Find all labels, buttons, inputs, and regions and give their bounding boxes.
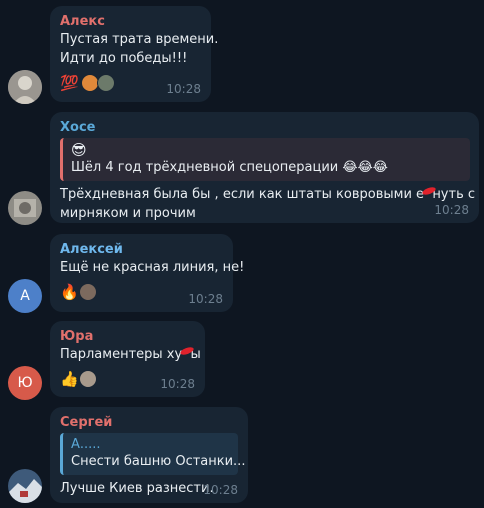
message-time: 10:28 [166, 82, 201, 96]
quote-author: А..... [71, 437, 101, 452]
avatar-photo-icon [8, 469, 42, 503]
reactor-avatar-icon [96, 74, 115, 92]
message-bubble-hose[interactable]: Хосе 😎 Шёл 4 год трёхдневной спецопераци… [50, 112, 479, 223]
message-text-part: Парламентеры ху [60, 347, 183, 362]
message-text-line: Ещё не красная линия, не! [60, 260, 245, 275]
message-bubble-alex[interactable]: Алекс Пустая трата времени. Идти до побе… [50, 6, 219, 102]
reactor-avatar-icon[interactable] [78, 283, 97, 301]
message-time: 10:28 [434, 203, 469, 217]
avatar-hose[interactable] [8, 191, 42, 225]
avatar-sergey[interactable] [8, 469, 42, 503]
message-text-line: Идти до победы!!! [60, 51, 188, 66]
avatar-yura[interactable]: Ю [8, 366, 42, 400]
avatar-photo-icon [8, 70, 42, 104]
sender-name[interactable]: Сергей [60, 414, 238, 431]
censor-mark [182, 345, 190, 364]
message-time: 10:28 [188, 292, 223, 306]
reply-quote[interactable]: А..... Снести башню Останки... [60, 433, 246, 475]
reply-quote[interactable]: 😎 Шёл 4 год трёхдневной спецоперации 😂😂😂 [60, 138, 470, 181]
sender-name[interactable]: Алексей [60, 241, 223, 258]
reactor-avatar-icon [80, 74, 99, 92]
avatar-letter: Ю [17, 375, 33, 391]
avatar-letter: А [20, 288, 30, 304]
message-bubble-sergey[interactable]: Сергей А..... Снести башню Останки... Лу… [50, 407, 248, 503]
message-time: 10:28 [203, 483, 238, 497]
quote-text: Шёл 4 год трёхдневной спецоперации 😂😂😂 [71, 160, 388, 175]
sender-name[interactable]: Юра [60, 328, 195, 345]
message-time: 10:28 [160, 377, 195, 391]
message-text-line: Парламентеры ху ы [60, 345, 201, 364]
quote-text: Снести башню Останки... [71, 454, 246, 469]
censor-mark [424, 185, 432, 204]
sender-name[interactable]: Хосе [60, 119, 469, 136]
reactor-avatar-icon[interactable] [78, 370, 97, 388]
avatar-photo-icon [8, 191, 42, 225]
message-text-line: Пустая трата времени. [60, 32, 219, 47]
sender-name[interactable]: Алекс [60, 13, 201, 30]
message-text-part: Трёхдневная была бы , если как штаты ков… [60, 187, 425, 202]
reaction-hundred[interactable]: 💯 [60, 74, 79, 92]
avatar-alex[interactable] [8, 70, 42, 104]
message-text-line: Трёхдневная была бы , если как штаты ков… [60, 185, 475, 204]
message-text-part: нуть с [432, 187, 476, 202]
reaction-avatar-stack[interactable] [80, 74, 115, 92]
message-text-line: мирняком и прочим [60, 206, 196, 221]
message-bubble-yura[interactable]: Юра Парламентеры ху ы 👍 10:28 [50, 321, 205, 397]
message-bubble-alexey[interactable]: Алексей Ещё не красная линия, не! 🔥 10:2… [50, 234, 245, 312]
reaction-thumbs-up[interactable]: 👍 [60, 370, 79, 388]
avatar-alexey[interactable]: А [8, 279, 42, 313]
reaction-fire[interactable]: 🔥 [60, 283, 79, 301]
quote-emoji: 😎 [71, 141, 87, 159]
